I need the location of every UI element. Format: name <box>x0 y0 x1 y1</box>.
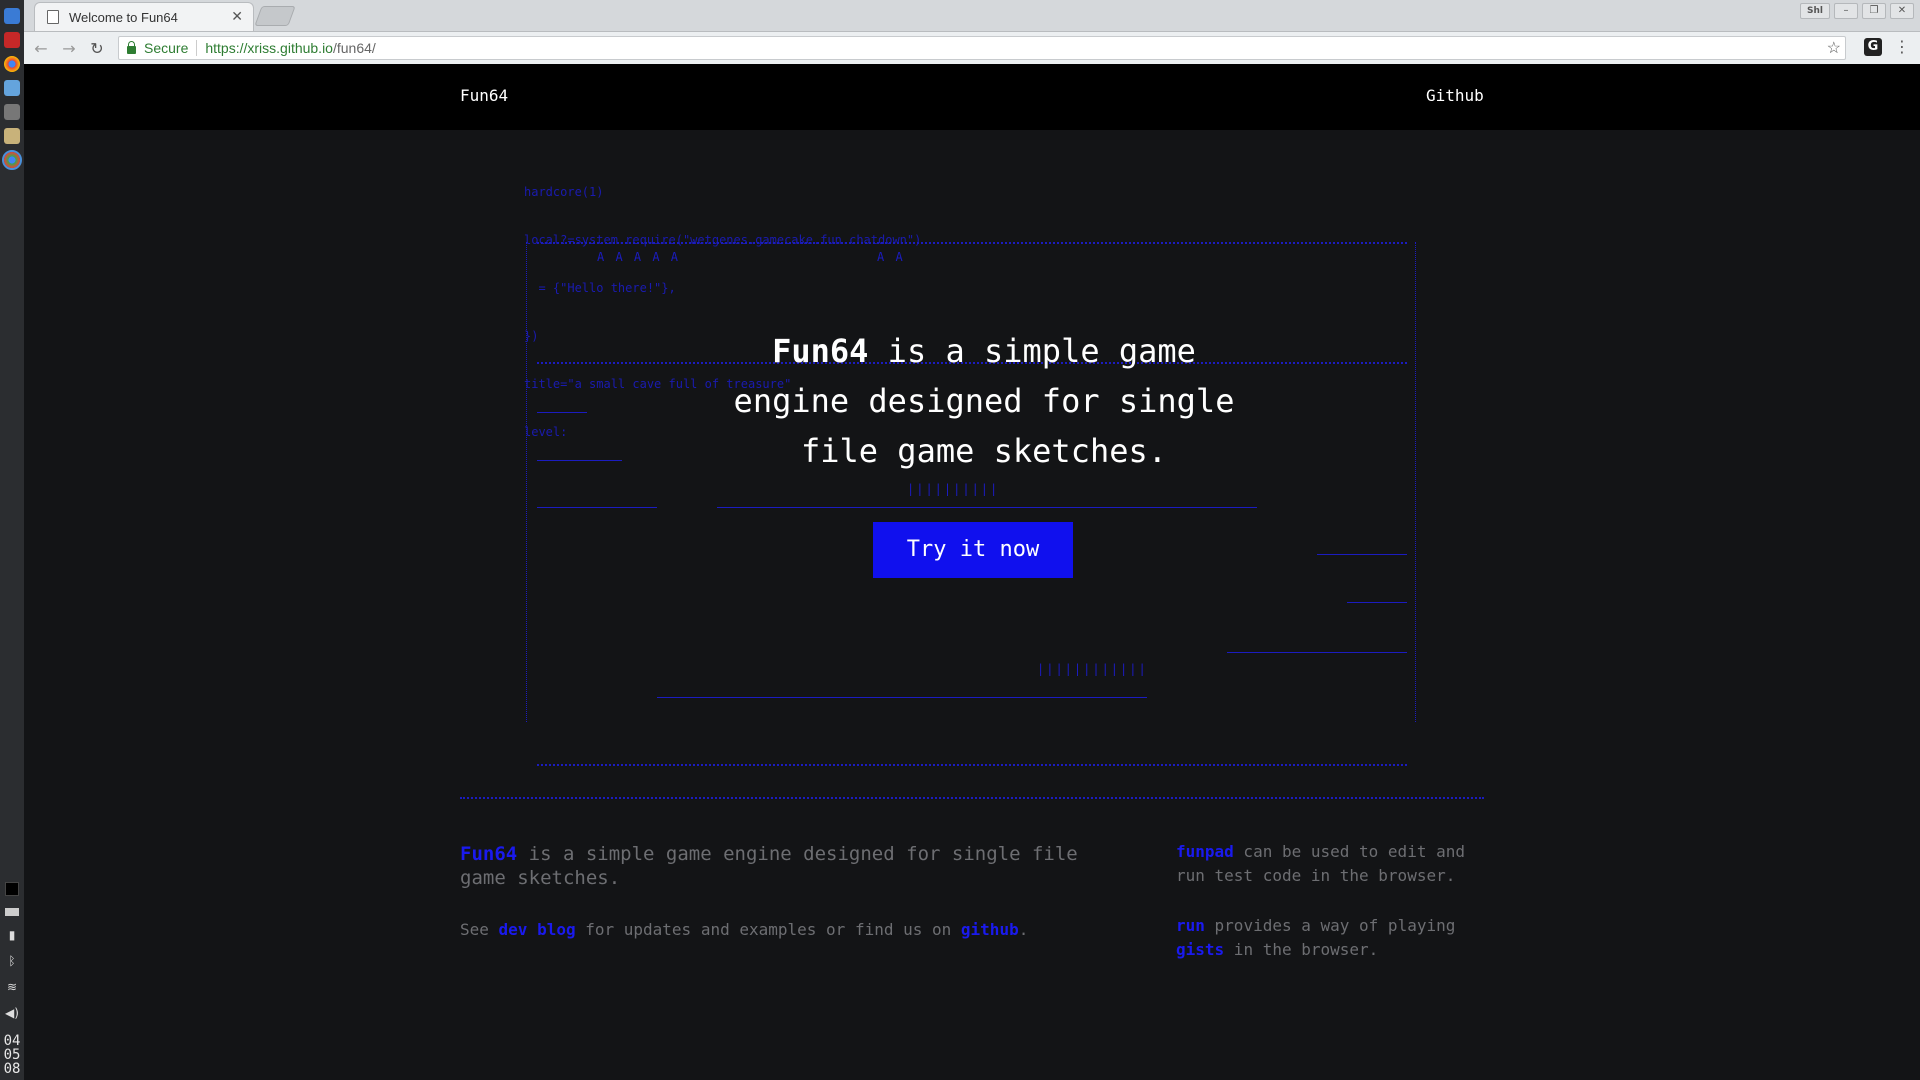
level-line <box>537 412 587 413</box>
settings-app-icon[interactable] <box>4 128 20 144</box>
chrome-active-icon[interactable] <box>2 150 22 170</box>
site-navbar: Fun64 Github <box>24 64 1920 130</box>
level-line <box>657 697 1147 698</box>
forward-icon[interactable]: → <box>58 39 80 58</box>
tab-title: Welcome to Fun64 <box>69 9 178 25</box>
code-line: hardcore(1) <box>524 185 604 199</box>
clock-minute: 05 <box>3 1047 21 1063</box>
footer-see: See dev blog for updates and examples or… <box>460 920 1080 940</box>
dev-blog-link[interactable]: dev blog <box>499 920 576 939</box>
clock-hour: 04 <box>3 1033 21 1049</box>
level-line <box>1227 652 1407 653</box>
level-glyphs: |||||||||| <box>907 482 1000 496</box>
terminal-icon[interactable] <box>4 32 20 48</box>
battery-icon[interactable]: ▮ <box>5 928 19 942</box>
address-bar[interactable]: Secure https://xriss.github.io /fun64/ ☆ <box>118 36 1846 60</box>
hero-line-3: file game sketches. <box>800 432 1168 470</box>
intro-text: is a simple game engine designed for sin… <box>460 843 1078 889</box>
restore-icon[interactable]: ❐ <box>1862 3 1886 19</box>
gists-link[interactable]: gists <box>1176 940 1224 959</box>
fun64-link[interactable]: Fun64 <box>460 843 517 865</box>
level-glyphs: A A <box>877 250 905 264</box>
window-close-icon[interactable]: ✕ <box>1890 3 1914 19</box>
minimize-icon[interactable]: – <box>1834 3 1858 19</box>
level-line <box>1347 602 1407 603</box>
level-glyphs: |||||||||||| <box>1037 662 1148 676</box>
url-path: /fun64/ <box>332 40 376 56</box>
background-level-map: A A A A A A A |||||||||| |||||||||||| <box>526 242 1416 766</box>
see-text: See <box>460 920 499 939</box>
browser-toolbar: ← → ↻ Secure https://xriss.github.io /fu… <box>24 32 1920 64</box>
reload-icon[interactable]: ↻ <box>86 39 108 58</box>
clock-second: 08 <box>3 1061 21 1077</box>
browser-chrome: Welcome to Fun64 ✕ Shl – ❐ ✕ ← → ↻ Secur… <box>24 0 1920 64</box>
volume-icon[interactable]: ◀) <box>5 1006 19 1020</box>
hero-brand: Fun64 <box>772 332 869 370</box>
footer-run: run provides a way of playing gists in t… <box>1176 914 1496 962</box>
bookmark-star-icon[interactable]: ☆ <box>1827 38 1841 58</box>
address-separator <box>196 40 198 56</box>
funpad-link[interactable]: funpad <box>1176 842 1234 861</box>
chrome-icon[interactable] <box>4 56 20 72</box>
bluetooth-icon[interactable]: ᛒ <box>5 954 19 968</box>
back-icon[interactable]: ← <box>30 39 52 58</box>
page-icon <box>47 10 59 24</box>
level-line <box>717 507 1257 508</box>
brand-link[interactable]: Fun64 <box>460 86 508 105</box>
app-launcher-icon[interactable] <box>4 8 20 24</box>
files-icon[interactable] <box>4 80 20 96</box>
github-nav-link[interactable]: Github <box>1426 86 1484 105</box>
new-tab-button[interactable] <box>254 6 296 26</box>
footer-funpad: funpad can be used to edit and run test … <box>1176 840 1496 888</box>
tab-strip: Welcome to Fun64 ✕ Shl – ❐ ✕ <box>24 0 1920 32</box>
level-line <box>537 764 1407 766</box>
hero-text: Fun64 is a simple game engine designed f… <box>684 326 1284 476</box>
level-line <box>1317 554 1407 555</box>
try-it-now-button[interactable]: Try it now <box>873 522 1073 578</box>
hero-line-2: engine designed for single <box>733 382 1235 420</box>
clock: 04 05 08 <box>4 1034 21 1076</box>
web-page: Fun64 Github hardcore(1) local?=system.r… <box>24 64 1920 1080</box>
url-host: https://xriss.github.io <box>205 40 333 56</box>
extension-button[interactable]: Shl <box>1800 3 1830 19</box>
os-dock: ▮ ᛒ ≋ ◀) 04 05 08 <box>0 0 24 1080</box>
footer-intro: Fun64 is a simple game engine designed f… <box>460 842 1080 890</box>
github-link[interactable]: github <box>961 920 1019 939</box>
section-divider <box>460 797 1484 799</box>
speaker-app-icon[interactable] <box>4 104 20 120</box>
see-end-text: . <box>1018 920 1029 939</box>
display-icon[interactable] <box>5 908 19 916</box>
hero-line-1-rest: is a simple game <box>868 332 1196 370</box>
run-link[interactable]: run <box>1176 916 1205 935</box>
run-end-text: in the browser. <box>1224 940 1379 959</box>
run-text: provides a way of playing <box>1204 916 1456 935</box>
system-tray: ▮ ᛒ ≋ ◀) 04 05 08 <box>0 870 24 1080</box>
see-mid-text: for updates and examples or find us on <box>575 920 961 939</box>
level-glyphs: A A A A A <box>597 250 681 264</box>
window-controls: Shl – ❐ ✕ <box>1800 3 1914 19</box>
wifi-icon[interactable]: ≋ <box>5 980 19 994</box>
level-line <box>537 242 1407 244</box>
level-line <box>537 460 622 461</box>
secure-label: Secure <box>144 40 189 56</box>
tab-fun64[interactable]: Welcome to Fun64 ✕ <box>34 2 254 31</box>
workspace-icon[interactable] <box>5 882 19 896</box>
hero-line-1: Fun64 is a simple game <box>684 326 1284 376</box>
level-line <box>537 507 657 508</box>
close-icon[interactable]: ✕ <box>231 9 243 25</box>
lock-icon <box>127 41 136 54</box>
menu-icon[interactable]: ⋮ <box>1894 37 1910 56</box>
extension-icon[interactable]: G <box>1864 38 1882 56</box>
